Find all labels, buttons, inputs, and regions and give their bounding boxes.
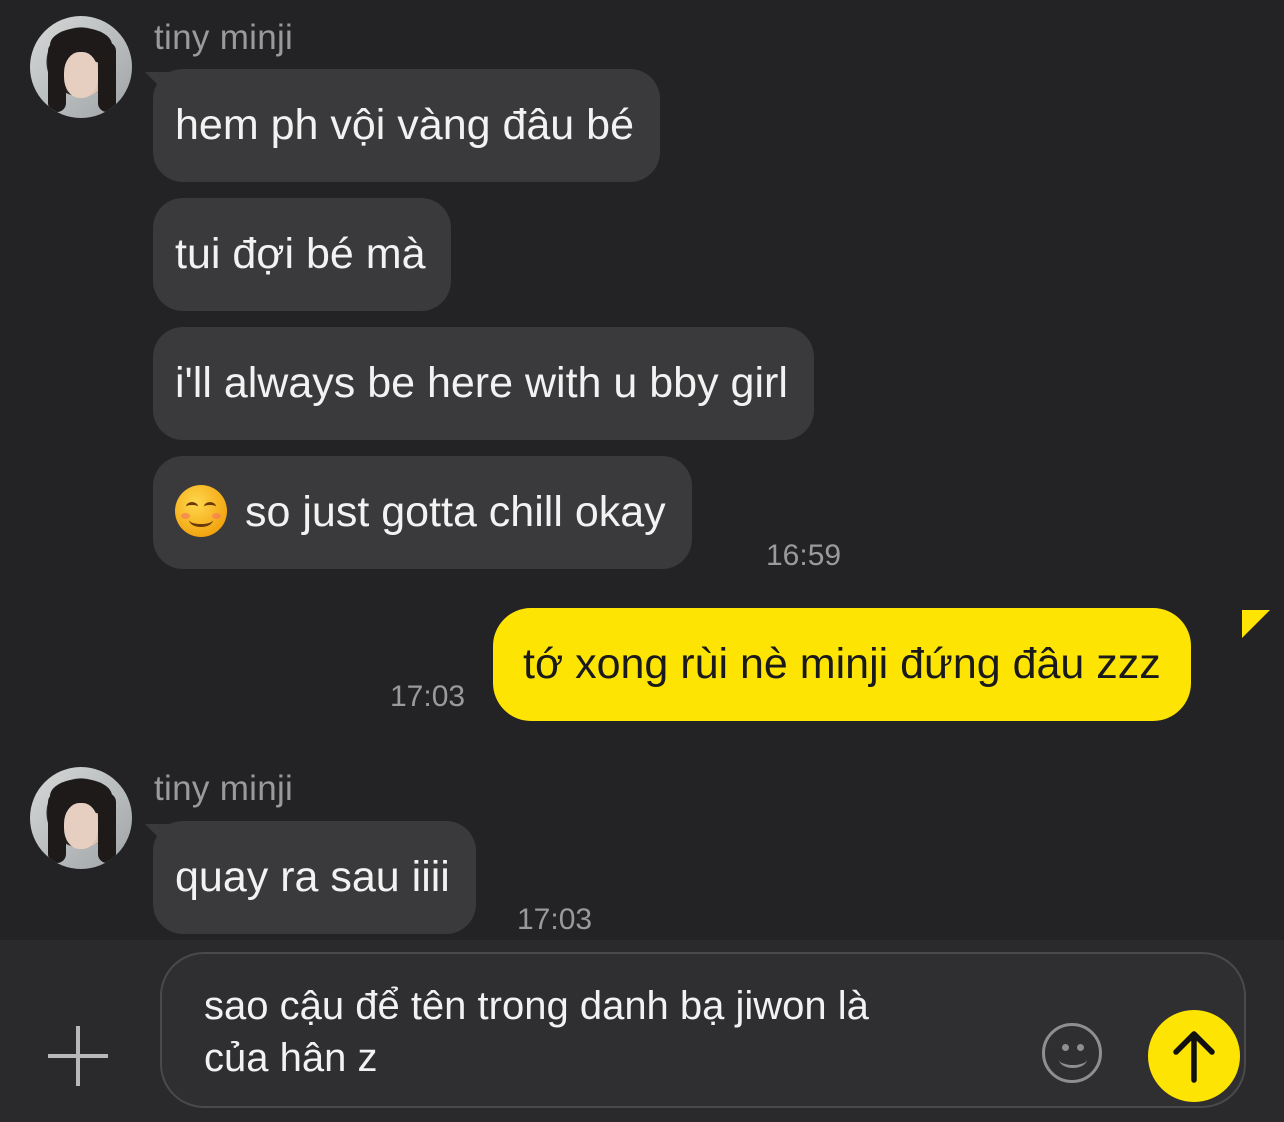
- arrow-up-icon: [1173, 1031, 1215, 1083]
- message-bubble[interactable]: tui đợi bé mà: [153, 198, 452, 311]
- message-bubble[interactable]: quay ra sau iiii: [153, 821, 476, 934]
- avatar-face: [64, 52, 98, 98]
- outgoing-message-bubble[interactable]: tớ xong rùi nè minji đứng đâu zzz: [493, 608, 1191, 721]
- smiling-face-emoji: [175, 484, 227, 537]
- message-bubble[interactable]: hem ph vội vàng đâu bé: [153, 69, 660, 182]
- message-text: so just gotta chill okay: [245, 488, 666, 536]
- sender-name: tiny minji: [154, 769, 294, 808]
- contact-avatar[interactable]: [30, 767, 132, 869]
- message-bubble[interactable]: so just gotta chill okay: [153, 456, 692, 569]
- message-input-text[interactable]: sao cậu để tên trong danh bạ jiwon là củ…: [204, 980, 1004, 1084]
- message-bubble[interactable]: i'll always be here with u bby girl: [153, 327, 814, 440]
- avatar-face: [64, 803, 98, 849]
- send-button[interactable]: [1148, 1010, 1240, 1102]
- outgoing-bubble-tail: [1242, 610, 1270, 638]
- emoji-icon[interactable]: [1042, 1023, 1102, 1083]
- contact-avatar[interactable]: [30, 16, 132, 118]
- message-timestamp: 17:03: [390, 680, 466, 713]
- plus-icon[interactable]: [48, 1026, 108, 1086]
- sender-name: tiny minji: [154, 18, 294, 57]
- message-timestamp: 16:59: [766, 539, 842, 572]
- message-timestamp: 17:03: [517, 903, 593, 936]
